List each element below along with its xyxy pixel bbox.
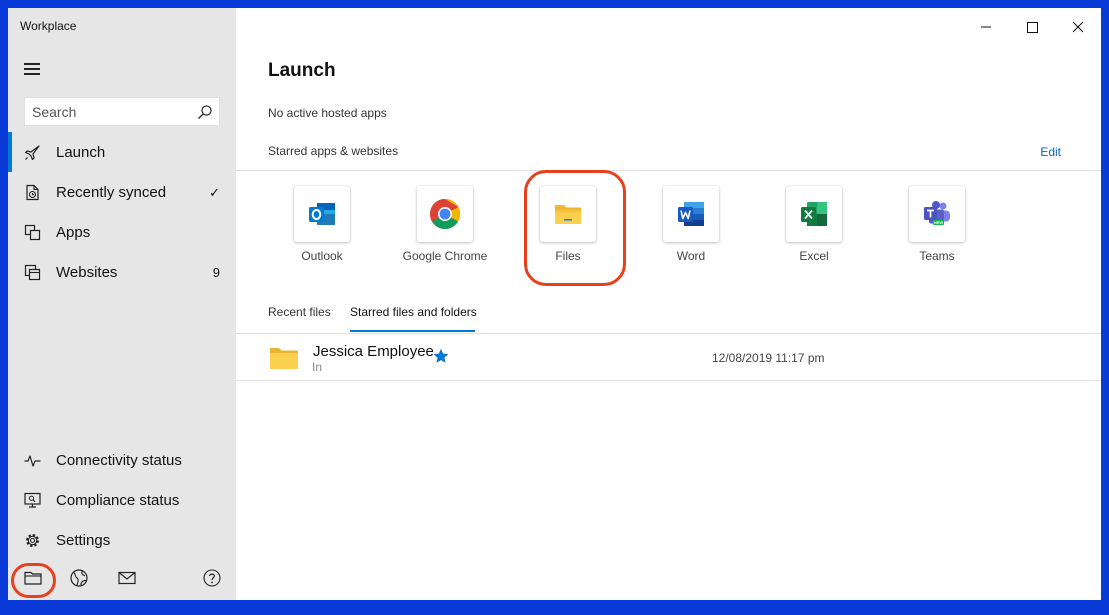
app-card (663, 186, 719, 242)
synced-check-icon: ✓ (209, 185, 220, 200)
search-box[interactable] (24, 97, 220, 126)
page-title: Launch (268, 60, 336, 81)
rocket-icon (24, 145, 40, 161)
nav-item-apps[interactable]: Apps (8, 214, 236, 250)
nav-item-label: Websites (56, 264, 118, 281)
nav-item-label: Launch (56, 144, 106, 161)
file-name: Jessica Employee (313, 343, 434, 360)
pulse-icon (24, 455, 41, 467)
nav-item-label: Apps (56, 224, 91, 241)
edit-link[interactable]: Edit (1040, 145, 1061, 159)
nav-item-label: Settings (56, 532, 111, 549)
folder-icon[interactable] (23, 568, 43, 588)
word-icon (678, 202, 704, 226)
file-subtitle: In (312, 360, 323, 374)
app-window: Workplace Launch (8, 8, 1101, 600)
app-tile-outlook[interactable]: Outlook (267, 186, 377, 270)
nav-item-compliance-status[interactable]: Compliance status (8, 482, 236, 518)
help-icon[interactable] (202, 568, 222, 588)
sync-icon (26, 184, 39, 201)
app-tile-excel[interactable]: Excel (759, 186, 869, 270)
mail-icon[interactable] (117, 568, 137, 588)
app-tile-google-chrome[interactable]: Google Chrome (390, 186, 500, 270)
app-card (294, 186, 350, 242)
divider (236, 170, 1101, 171)
file-date: 12/08/2019 11:17 pm (712, 351, 825, 365)
divider (236, 380, 1101, 381)
star-icon[interactable] (433, 348, 449, 364)
file-row[interactable]: Jessica Employee In 12/08/2019 11:17 pm (236, 334, 1101, 382)
app-name: Word (676, 249, 706, 263)
hosted-apps-status: No active hosted apps (268, 106, 387, 120)
websites-icon (24, 264, 41, 281)
globe-icon[interactable] (69, 568, 89, 588)
app-name: Excel (799, 249, 829, 263)
app-card (786, 186, 842, 242)
chrome-icon (429, 199, 461, 230)
app-card (540, 186, 596, 242)
outlook-icon (309, 203, 335, 225)
search-icon[interactable] (197, 104, 213, 120)
app-name: Outlook (301, 249, 343, 263)
search-input[interactable] (25, 98, 190, 125)
tab-recent-files[interactable]: Recent files (268, 305, 331, 319)
app-name: Teams (919, 249, 955, 263)
svg-text:NEW: NEW (934, 221, 943, 225)
nav-item-settings[interactable]: Settings (8, 522, 236, 558)
app-card (417, 186, 473, 242)
app-tile-files[interactable]: Files (513, 186, 623, 270)
app-card: NEW (909, 186, 965, 242)
starred-apps-heading: Starred apps & websites (268, 144, 399, 158)
nav-item-websites[interactable]: Websites 9 (8, 254, 236, 290)
nav-item-recently-synced[interactable]: Recently synced ✓ (8, 174, 236, 210)
folder-icon (270, 348, 298, 369)
gear-icon (26, 534, 39, 547)
nav-item-label: Compliance status (56, 492, 180, 509)
websites-count-badge: 9 (212, 265, 220, 280)
app-tile-word[interactable]: Word (636, 186, 746, 270)
tab-selected-underline (350, 330, 475, 332)
hamburger-menu-icon[interactable] (24, 62, 41, 76)
app-tile-teams[interactable]: NEW Teams (882, 186, 992, 270)
apps-icon (24, 224, 41, 241)
nav-item-label: Connectivity status (56, 452, 182, 469)
compliance-icon (24, 492, 41, 508)
main-content: Launch No active hosted apps Starred app… (236, 8, 1101, 600)
tab-starred-files-and-folders[interactable]: Starred files and folders (350, 305, 477, 319)
excel-icon (801, 202, 827, 226)
nav-item-connectivity-status[interactable]: Connectivity status (8, 442, 236, 478)
nav-item-launch[interactable]: Launch (8, 134, 236, 170)
sidebar: Workplace Launch (8, 8, 236, 600)
app-title: Workplace (20, 19, 77, 33)
app-name: Google Chrome (402, 249, 488, 263)
nav-item-label: Recently synced (56, 184, 167, 201)
teams-icon: NEW (924, 201, 950, 225)
app-name: Files (555, 249, 581, 263)
files-folder-icon (555, 205, 581, 224)
